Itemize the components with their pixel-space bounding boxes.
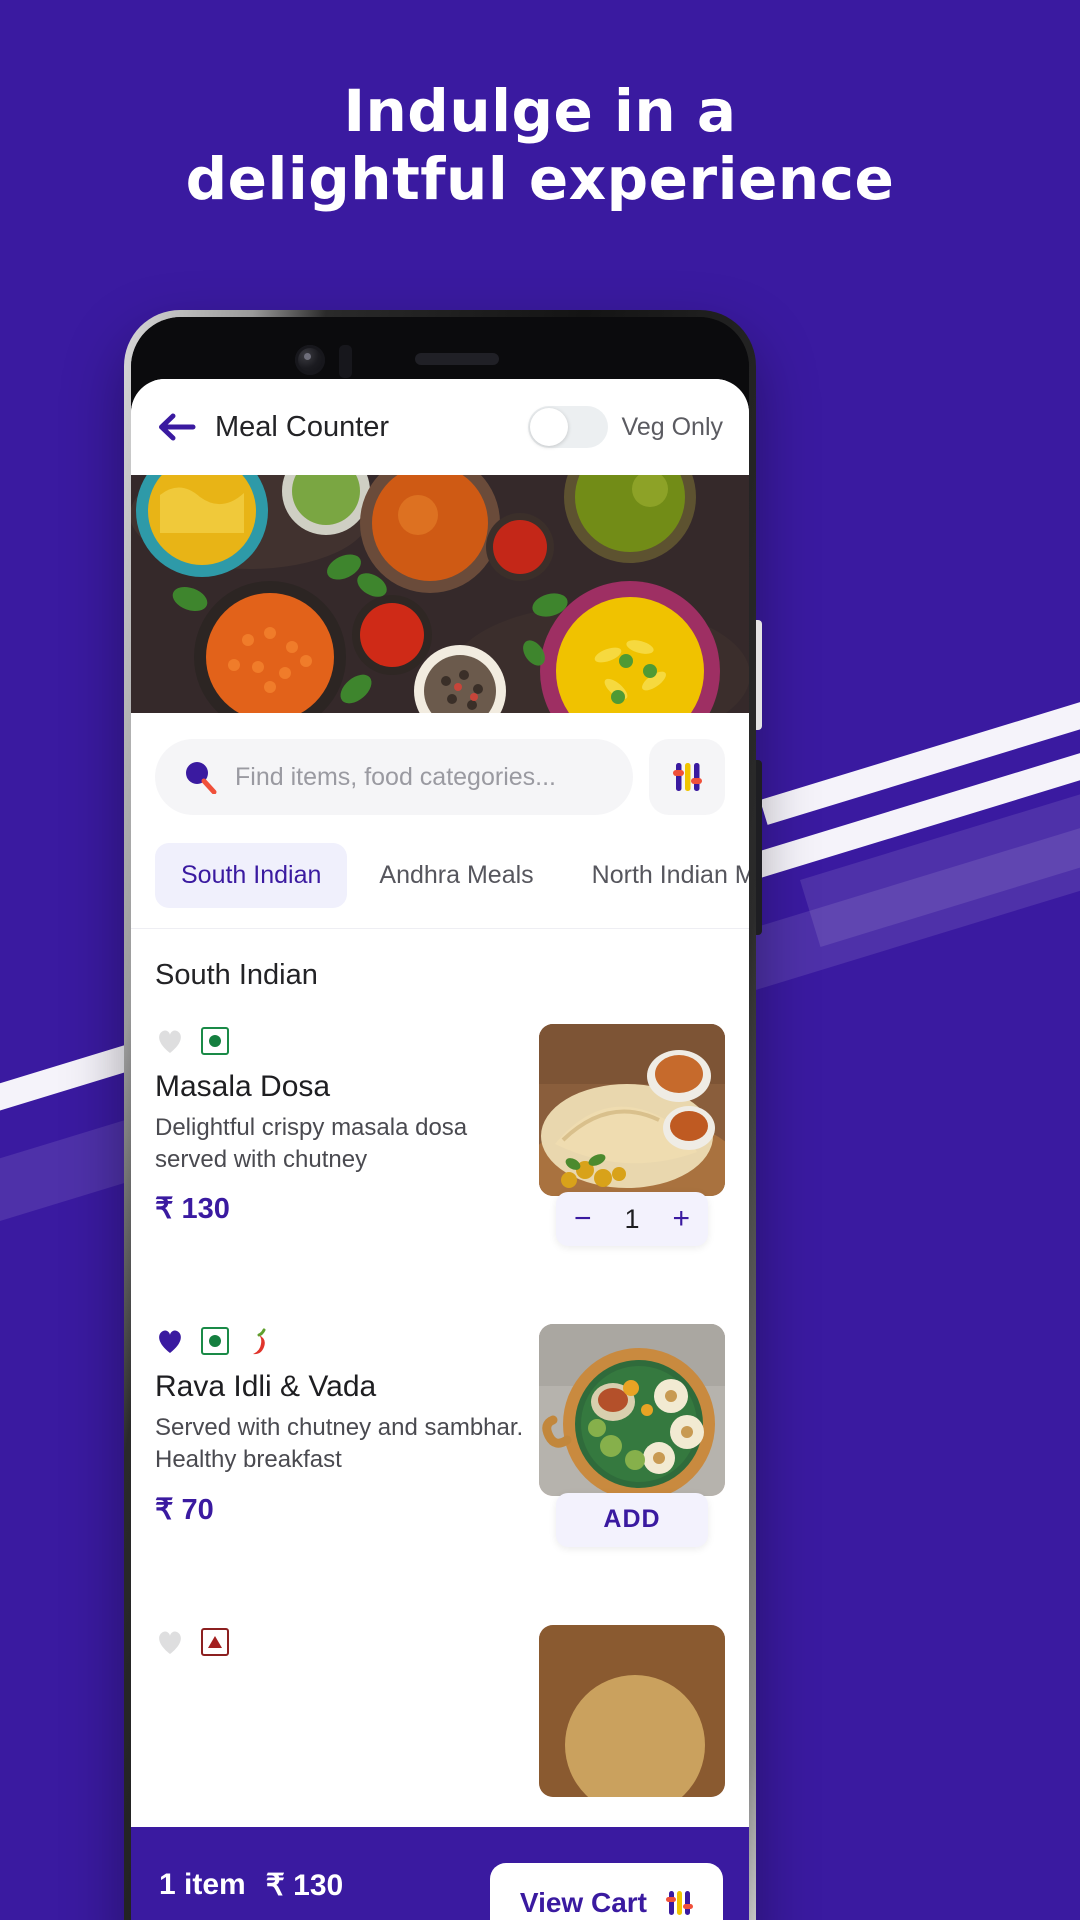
app-bar: Meal Counter Veg Only bbox=[131, 379, 749, 475]
decorative-stripe bbox=[800, 675, 1080, 947]
item-price: ₹ 130 bbox=[155, 1191, 525, 1226]
heart-filled-icon[interactable] bbox=[155, 1327, 185, 1355]
search-icon bbox=[186, 762, 217, 794]
restaurant-hero-image bbox=[131, 475, 749, 713]
add-to-cart-button[interactable]: ADD bbox=[556, 1492, 708, 1547]
price-value: 130 bbox=[181, 1193, 230, 1226]
filter-sliders-icon bbox=[673, 763, 702, 791]
headline-line-1: Indulge in a bbox=[343, 77, 737, 145]
menu-item-masala-dosa[interactable]: Masala Dosa Delightful crispy masala dos… bbox=[131, 1002, 749, 1247]
veg-only-label: Veg Only bbox=[621, 412, 723, 441]
masala-dosa-image bbox=[539, 1024, 725, 1196]
menu-item-rava-idli-vada[interactable]: Rava Idli & Vada Served with chutney and… bbox=[131, 1302, 749, 1547]
item-badges bbox=[155, 1324, 525, 1358]
proximity-sensor-icon bbox=[339, 345, 352, 378]
phone-mockup: Meal Counter Veg Only Find items, food c… bbox=[124, 310, 762, 1920]
item-badges bbox=[155, 1024, 525, 1058]
item-name: Masala Dosa bbox=[155, 1070, 331, 1103]
earpiece-speaker-icon bbox=[415, 353, 499, 365]
item-thumbnail bbox=[539, 1024, 725, 1196]
toggle-knob bbox=[529, 408, 568, 446]
currency-symbol: ₹ bbox=[155, 1193, 174, 1226]
currency-symbol: ₹ bbox=[155, 1493, 174, 1526]
partial-food-image bbox=[539, 1624, 725, 1797]
currency-symbol: ₹ bbox=[265, 1868, 285, 1902]
phone-volume-button bbox=[756, 620, 762, 730]
menu-item-partial[interactable] bbox=[131, 1602, 749, 1797]
decorative-stripe bbox=[760, 595, 1080, 825]
phone-power-button bbox=[756, 760, 762, 935]
phone-top-bezel bbox=[131, 317, 749, 379]
quantity-stepper[interactable]: − 1 + bbox=[556, 1192, 708, 1247]
cart-total-value: 130 bbox=[293, 1868, 344, 1902]
heart-icon[interactable] bbox=[155, 1628, 185, 1656]
cart-bottom-bar: 1 item ₹ 130 View Cart bbox=[131, 1827, 749, 1920]
price-value: 70 bbox=[181, 1493, 214, 1526]
veg-mark-icon bbox=[201, 1327, 229, 1356]
front-camera-icon bbox=[295, 345, 325, 375]
headline-line-2: delightful experience bbox=[185, 144, 895, 213]
arrow-left-icon[interactable] bbox=[155, 405, 199, 449]
tab-north-indian-meals[interactable]: North Indian Meals bbox=[566, 843, 749, 908]
quantity-value: 1 bbox=[624, 1203, 640, 1234]
veg-only-toggle[interactable] bbox=[527, 406, 608, 448]
item-badges bbox=[155, 1625, 525, 1659]
item-name: Rava Idli & Vada bbox=[155, 1370, 377, 1404]
item-description: Served with chutney and sambhar. Healthy… bbox=[155, 1414, 524, 1474]
promo-screenshot: Indulge in a delightful experience Meal … bbox=[0, 0, 1080, 1920]
section-heading: South Indian bbox=[131, 929, 749, 1002]
hero-food-illustration bbox=[131, 475, 749, 713]
cart-icon bbox=[666, 1891, 693, 1915]
category-tab-bar[interactable]: South Indian Andhra Meals North Indian M… bbox=[131, 837, 749, 929]
tab-andhra-meals[interactable]: Andhra Meals bbox=[353, 843, 559, 908]
decrement-button[interactable]: − bbox=[574, 1204, 592, 1234]
item-price: ₹ 70 bbox=[155, 1492, 525, 1527]
cart-summary: 1 item ₹ 130 bbox=[159, 1868, 343, 1903]
view-cart-button[interactable]: View Cart bbox=[489, 1863, 723, 1920]
item-description: Delightful crispy masala dosa served wit… bbox=[155, 1114, 468, 1173]
item-thumbnail bbox=[539, 1624, 725, 1797]
increment-button[interactable]: + bbox=[672, 1204, 690, 1234]
chili-icon bbox=[253, 1328, 266, 1355]
search-input[interactable]: Find items, food categories... bbox=[155, 739, 633, 815]
filter-button[interactable] bbox=[649, 739, 725, 815]
cart-total: ₹ 130 bbox=[266, 1868, 344, 1903]
veg-mark-icon bbox=[201, 1027, 229, 1055]
view-cart-label: View Cart bbox=[519, 1887, 647, 1918]
rava-idli-vada-image bbox=[539, 1324, 725, 1497]
cart-item-count: 1 item bbox=[159, 1868, 246, 1901]
app-screen: Meal Counter Veg Only Find items, food c… bbox=[131, 379, 749, 1920]
search-placeholder: Find items, food categories... bbox=[235, 762, 556, 791]
promo-headline: Indulge in a delightful experience bbox=[0, 77, 1080, 214]
heart-icon[interactable] bbox=[155, 1027, 185, 1055]
page-title: Meal Counter bbox=[215, 410, 390, 443]
search-row: Find items, food categories... bbox=[131, 713, 749, 837]
tab-south-indian[interactable]: South Indian bbox=[155, 843, 348, 908]
item-thumbnail bbox=[539, 1324, 725, 1497]
non-veg-mark-icon bbox=[201, 1627, 229, 1656]
